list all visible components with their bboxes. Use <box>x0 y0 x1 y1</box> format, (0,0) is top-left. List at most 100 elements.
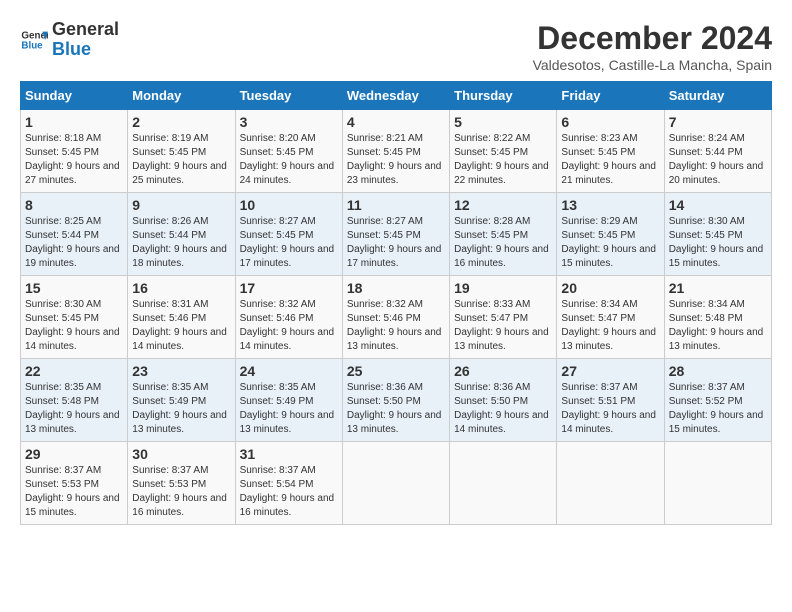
calendar-cell <box>450 442 557 525</box>
day-info: Sunrise: 8:29 AM Sunset: 5:45 PM Dayligh… <box>561 215 659 271</box>
calendar-week-row: 29 Sunrise: 8:37 AM Sunset: 5:53 PM Dayli… <box>21 442 772 525</box>
day-info: Sunrise: 8:30 AM Sunset: 5:45 PM Dayligh… <box>25 298 123 354</box>
calendar-cell <box>664 442 771 525</box>
calendar-cell: 2Sunrise: 8:19 AM Sunset: 5:45 PM Daylig… <box>128 110 235 193</box>
calendar-body: 1 Sunrise: 8:18 AM Sunset: 5:45 PM Daylig… <box>21 110 772 525</box>
day-info: Sunrise: 8:37 AM Sunset: 5:53 PM Dayligh… <box>25 464 123 520</box>
day-number: 21 <box>669 280 767 296</box>
weekday-header: Saturday <box>664 82 771 110</box>
day-info: Sunrise: 8:35 AM Sunset: 5:48 PM Dayligh… <box>25 381 123 437</box>
day-number: 20 <box>561 280 659 296</box>
day-info: Sunrise: 8:34 AM Sunset: 5:47 PM Dayligh… <box>561 298 659 354</box>
day-number: 14 <box>669 197 767 213</box>
calendar-cell: 19Sunrise: 8:33 AM Sunset: 5:47 PM Dayli… <box>450 276 557 359</box>
calendar-cell: 31 Sunrise: 8:37 AM Sunset: 5:54 PM Dayli… <box>235 442 342 525</box>
day-number: 22 <box>25 363 123 379</box>
calendar-cell: 21 Sunrise: 8:34 AM Sunset: 5:48 PM Dayli… <box>664 276 771 359</box>
day-info: Sunrise: 8:27 AM Sunset: 5:45 PM Dayligh… <box>347 215 445 271</box>
day-info: Sunrise: 8:34 AM Sunset: 5:48 PM Dayligh… <box>669 298 767 354</box>
calendar-cell: 27 Sunrise: 8:37 AM Sunset: 5:51 PM Dayli… <box>557 359 664 442</box>
calendar-cell: 7Sunrise: 8:24 AM Sunset: 5:44 PM Daylig… <box>664 110 771 193</box>
day-number: 17 <box>240 280 338 296</box>
day-number: 3 <box>240 114 338 130</box>
calendar-cell: 26 Sunrise: 8:36 AM Sunset: 5:50 PM Dayli… <box>450 359 557 442</box>
day-number: 29 <box>25 446 123 462</box>
day-info: Sunrise: 8:32 AM Sunset: 5:46 PM Dayligh… <box>240 298 338 354</box>
day-number: 13 <box>561 197 659 213</box>
logo: General Blue General Blue <box>20 20 119 60</box>
logo-line2: Blue <box>52 40 119 60</box>
day-info: Sunrise: 8:37 AM Sunset: 5:53 PM Dayligh… <box>132 464 230 520</box>
title-block: December 2024 Valdesotos, Castille-La Ma… <box>533 20 772 73</box>
calendar-cell: 30 Sunrise: 8:37 AM Sunset: 5:53 PM Dayli… <box>128 442 235 525</box>
day-info: Sunrise: 8:21 AM Sunset: 5:45 PM Dayligh… <box>347 132 445 188</box>
day-number: 23 <box>132 363 230 379</box>
day-info: Sunrise: 8:20 AM Sunset: 5:45 PM Dayligh… <box>240 132 338 188</box>
day-number: 1 <box>25 114 123 130</box>
day-info: Sunrise: 8:31 AM Sunset: 5:46 PM Dayligh… <box>132 298 230 354</box>
day-info: Sunrise: 8:30 AM Sunset: 5:45 PM Dayligh… <box>669 215 767 271</box>
day-info: Sunrise: 8:32 AM Sunset: 5:46 PM Dayligh… <box>347 298 445 354</box>
day-number: 26 <box>454 363 552 379</box>
day-info: Sunrise: 8:36 AM Sunset: 5:50 PM Dayligh… <box>454 381 552 437</box>
day-info: Sunrise: 8:27 AM Sunset: 5:45 PM Dayligh… <box>240 215 338 271</box>
calendar-cell: 29 Sunrise: 8:37 AM Sunset: 5:53 PM Dayli… <box>21 442 128 525</box>
svg-text:Blue: Blue <box>21 40 43 51</box>
calendar-cell: 16 Sunrise: 8:31 AM Sunset: 5:46 PM Dayli… <box>128 276 235 359</box>
day-number: 15 <box>25 280 123 296</box>
calendar-cell: 1 Sunrise: 8:18 AM Sunset: 5:45 PM Daylig… <box>21 110 128 193</box>
day-number: 11 <box>347 197 445 213</box>
day-number: 24 <box>240 363 338 379</box>
day-number: 18 <box>347 280 445 296</box>
day-number: 27 <box>561 363 659 379</box>
day-info: Sunrise: 8:22 AM Sunset: 5:45 PM Dayligh… <box>454 132 552 188</box>
day-number: 8 <box>25 197 123 213</box>
calendar-cell: 12 Sunrise: 8:28 AM Sunset: 5:45 PM Dayli… <box>450 193 557 276</box>
calendar-cell: 17 Sunrise: 8:32 AM Sunset: 5:46 PM Dayli… <box>235 276 342 359</box>
day-info: Sunrise: 8:26 AM Sunset: 5:44 PM Dayligh… <box>132 215 230 271</box>
day-info: Sunrise: 8:37 AM Sunset: 5:51 PM Dayligh… <box>561 381 659 437</box>
day-info: Sunrise: 8:35 AM Sunset: 5:49 PM Dayligh… <box>240 381 338 437</box>
day-info: Sunrise: 8:25 AM Sunset: 5:44 PM Dayligh… <box>25 215 123 271</box>
day-number: 16 <box>132 280 230 296</box>
day-info: Sunrise: 8:28 AM Sunset: 5:45 PM Dayligh… <box>454 215 552 271</box>
logo-icon: General Blue <box>20 26 48 54</box>
logo-line1: General <box>52 20 119 40</box>
month-title: December 2024 <box>533 20 772 57</box>
location-title: Valdesotos, Castille-La Mancha, Spain <box>533 57 772 73</box>
day-info: Sunrise: 8:37 AM Sunset: 5:52 PM Dayligh… <box>669 381 767 437</box>
calendar-cell: 28Sunrise: 8:37 AM Sunset: 5:52 PM Dayli… <box>664 359 771 442</box>
weekday-header: Wednesday <box>342 82 449 110</box>
calendar-cell <box>557 442 664 525</box>
weekday-header: Thursday <box>450 82 557 110</box>
weekday-header: Friday <box>557 82 664 110</box>
day-info: Sunrise: 8:37 AM Sunset: 5:54 PM Dayligh… <box>240 464 338 520</box>
day-number: 30 <box>132 446 230 462</box>
day-info: Sunrise: 8:35 AM Sunset: 5:49 PM Dayligh… <box>132 381 230 437</box>
day-number: 6 <box>561 114 659 130</box>
calendar-cell: 22 Sunrise: 8:35 AM Sunset: 5:48 PM Dayli… <box>21 359 128 442</box>
day-number: 19 <box>454 280 552 296</box>
day-number: 25 <box>347 363 445 379</box>
calendar-cell <box>342 442 449 525</box>
day-number: 4 <box>347 114 445 130</box>
calendar-cell: 14 Sunrise: 8:30 AM Sunset: 5:45 PM Dayli… <box>664 193 771 276</box>
page-header: General Blue General Blue December 2024 … <box>20 20 772 73</box>
day-number: 7 <box>669 114 767 130</box>
day-number: 2 <box>132 114 230 130</box>
weekday-header: Tuesday <box>235 82 342 110</box>
calendar-week-row: 8 Sunrise: 8:25 AM Sunset: 5:44 PM Daylig… <box>21 193 772 276</box>
weekday-header: Sunday <box>21 82 128 110</box>
calendar-cell: 20 Sunrise: 8:34 AM Sunset: 5:47 PM Dayli… <box>557 276 664 359</box>
calendar-cell: 18 Sunrise: 8:32 AM Sunset: 5:46 PM Dayli… <box>342 276 449 359</box>
calendar-cell: 23 Sunrise: 8:35 AM Sunset: 5:49 PM Dayli… <box>128 359 235 442</box>
calendar-cell: 5Sunrise: 8:22 AM Sunset: 5:45 PM Daylig… <box>450 110 557 193</box>
day-info: Sunrise: 8:18 AM Sunset: 5:45 PM Dayligh… <box>25 132 123 188</box>
calendar-cell: 13 Sunrise: 8:29 AM Sunset: 5:45 PM Dayli… <box>557 193 664 276</box>
calendar-cell: 3 Sunrise: 8:20 AM Sunset: 5:45 PM Daylig… <box>235 110 342 193</box>
day-number: 12 <box>454 197 552 213</box>
day-number: 31 <box>240 446 338 462</box>
day-number: 9 <box>132 197 230 213</box>
header-row: SundayMondayTuesdayWednesdayThursdayFrid… <box>21 82 772 110</box>
day-info: Sunrise: 8:36 AM Sunset: 5:50 PM Dayligh… <box>347 381 445 437</box>
